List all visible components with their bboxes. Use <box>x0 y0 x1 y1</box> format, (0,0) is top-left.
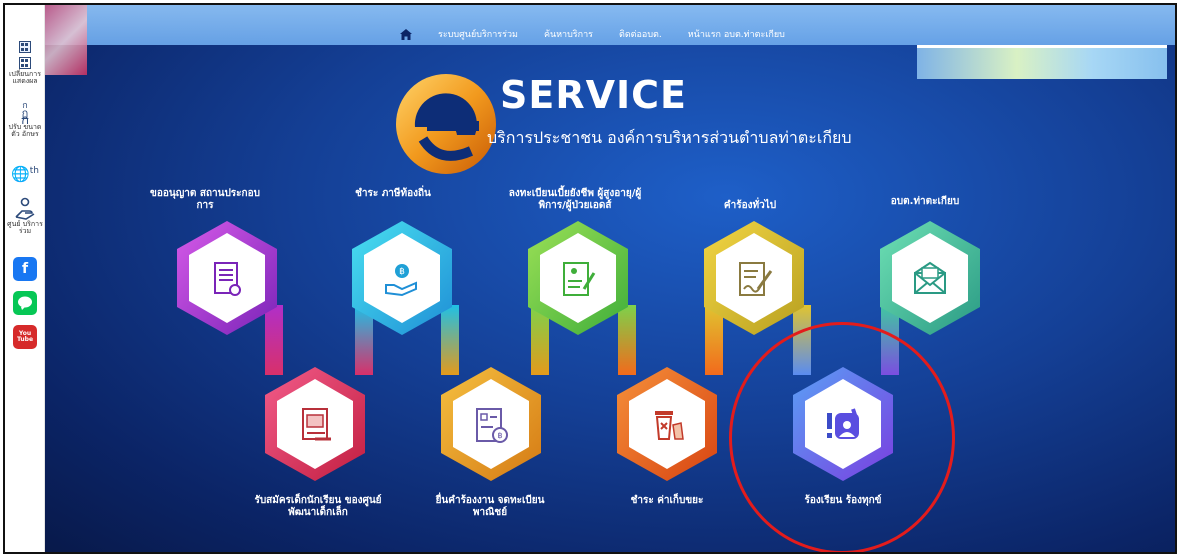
home-icon[interactable] <box>400 28 412 40</box>
service-local-tax-button[interactable]: ฿ <box>350 219 454 337</box>
language-label: th <box>29 166 39 176</box>
service-permit-button[interactable] <box>175 219 279 337</box>
school-icon <box>302 408 331 441</box>
facebook-icon: f <box>13 257 37 281</box>
document-icon <box>214 262 241 296</box>
nav-link-home[interactable]: หน้าแรก อบต.ท่าตะเกียบ <box>688 27 785 41</box>
writing-form-icon <box>739 262 773 296</box>
register-form-icon <box>563 262 596 296</box>
service-label: ยื่นคำร้องงาน จดทะเบียนพาณิชย์ <box>435 495 545 518</box>
brand-title: SERVICE <box>500 73 687 117</box>
grid-icon <box>19 41 31 53</box>
nav-link-search-service[interactable]: ค้นหาบริการ <box>544 27 593 41</box>
service-center-icon <box>15 197 35 220</box>
grid-view-button[interactable] <box>5 41 45 53</box>
service-child-enroll-button[interactable] <box>263 365 367 483</box>
facebook-button[interactable]: f <box>5 257 45 281</box>
layout-icon <box>19 57 31 69</box>
e-service-logo <box>396 74 496 174</box>
nav-link-service-center[interactable]: ระบบศูนย์บริการร่วม <box>438 27 518 41</box>
hand-coin-icon: ฿ <box>385 264 417 297</box>
accessibility-sidebar: เปลี่ยนการ แสดงผล ก ก ก ปรับ ขนาดตัว อัก… <box>5 5 45 552</box>
service-label: รับสมัครเด็กนักเรียน ของศูนย์พัฒนาเด็กเล… <box>254 495 382 518</box>
service-sao-link-button[interactable] <box>878 219 982 337</box>
highlight-circle <box>729 322 955 552</box>
service-label: ชำระ ค่าเก็บขยะ <box>630 495 704 506</box>
page-subtitle: บริการประชาชน องค์การบริหารส่วนตำบลท่าตะ… <box>487 128 852 147</box>
globe-icon: 🌐 <box>11 165 30 183</box>
service-label: ชำระ ภาษีท้องถิ่น <box>355 188 431 199</box>
youtube-icon: You Tube <box>13 325 37 349</box>
font-size-button[interactable]: ก ก ก ปรับ ขนาดตัว อักษร <box>5 102 45 138</box>
service-center-label: ศูนย์ บริการร่วม <box>7 220 43 235</box>
service-welfare-register-button[interactable] <box>526 219 630 337</box>
language-button[interactable]: 🌐 th <box>5 165 45 183</box>
youtube-button[interactable]: You Tube <box>5 325 45 349</box>
display-mode-button[interactable]: เปลี่ยนการ แสดงผล <box>5 57 45 85</box>
banner-image-right <box>917 45 1167 79</box>
service-garbage-fee-button[interactable] <box>615 365 719 483</box>
service-label: ขออนุญาต สถานประกอบการ <box>150 188 260 211</box>
nav-menu: ระบบศูนย์บริการร่วม ค้นหาบริการ ติดต่ออบ… <box>400 27 785 41</box>
svg-text:฿: ฿ <box>497 431 502 440</box>
font-size-label: ปรับ ขนาดตัว อักษร <box>8 123 42 138</box>
service-label: คำร้องทั่วไป <box>723 200 777 211</box>
line-icon <box>13 291 37 315</box>
trash-icon <box>655 411 684 440</box>
svg-text:฿: ฿ <box>399 267 405 277</box>
service-commerce-register-button[interactable]: ฿ <box>439 365 543 483</box>
nav-link-contact[interactable]: ติดต่ออบต. <box>619 27 662 41</box>
line-button[interactable] <box>5 291 45 315</box>
browser-frame: เปลี่ยนการ แสดงผล ก ก ก ปรับ ขนาดตัว อัก… <box>3 3 1177 554</box>
service-label: ลงทะเบียนเบี้ยยังชีพ ผู้สูงอายุ/ผู้พิการ… <box>508 188 642 211</box>
display-mode-label: เปลี่ยนการ แสดงผล <box>9 70 41 85</box>
service-center-button[interactable]: ศูนย์ บริการร่วม <box>5 197 45 235</box>
service-label: อบต.ท่าตะเกียบ <box>890 196 960 207</box>
commerce-doc-icon: ฿ <box>476 408 508 443</box>
banner-image-left <box>45 5 87 75</box>
main-content: ระบบศูนย์บริการร่วม ค้นหาบริการ ติดต่ออบ… <box>45 5 1175 552</box>
service-general-request-button[interactable] <box>702 219 806 337</box>
mail-icon <box>914 261 946 294</box>
